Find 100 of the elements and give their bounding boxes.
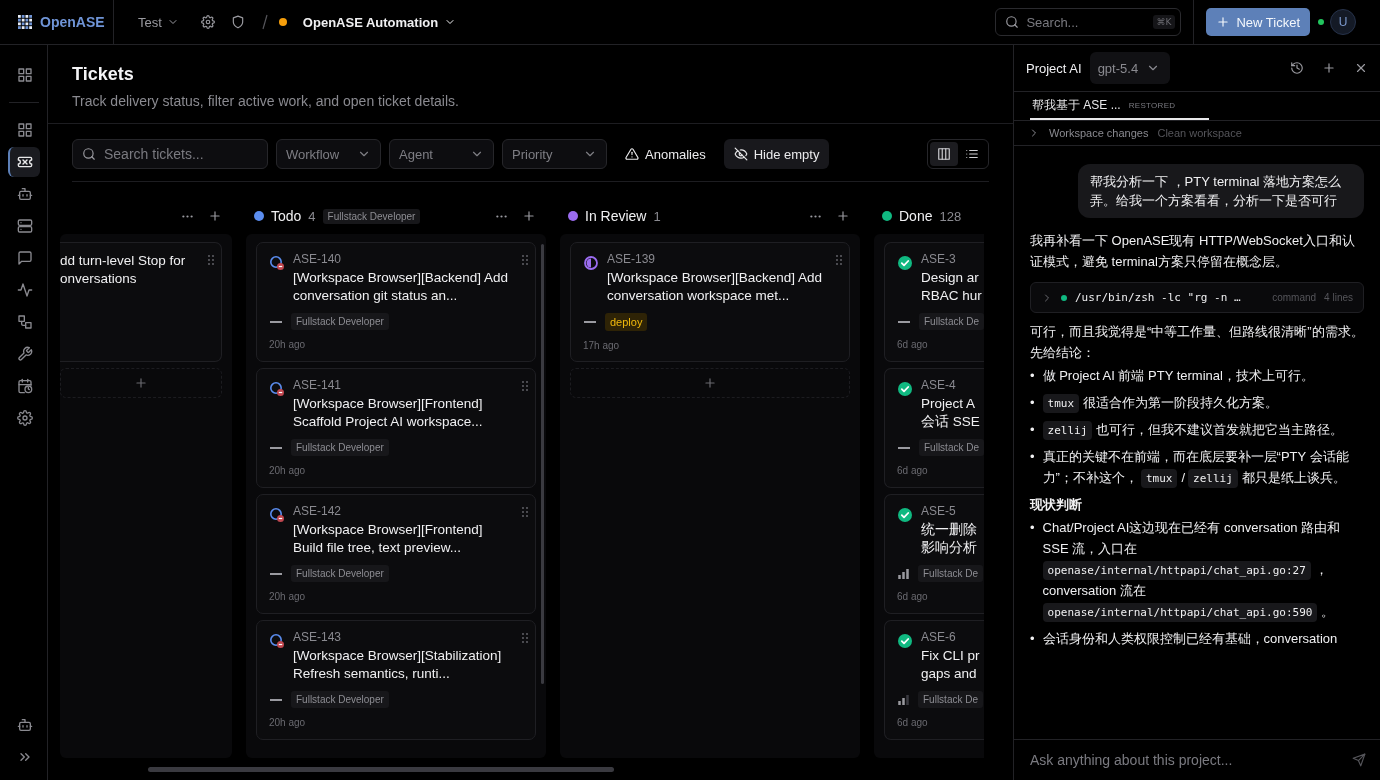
- ticket-title: [Workspace Browser][Backend] Add: [607, 269, 824, 287]
- ticket-title: Scaffold Project AI workspace...: [293, 413, 484, 431]
- robot-icon: [16, 717, 33, 733]
- drag-handle-icon[interactable]: [522, 255, 528, 265]
- org-switcher[interactable]: Test: [138, 14, 179, 30]
- more-icon[interactable]: [810, 214, 821, 218]
- columns-icon: [937, 147, 951, 161]
- ticket-icon: [16, 154, 33, 170]
- drag-handle-icon[interactable]: [836, 255, 842, 265]
- ticket-id: ASE-140: [293, 252, 343, 266]
- drag-handle-icon[interactable]: [522, 507, 528, 517]
- more-icon[interactable]: [496, 214, 507, 218]
- settings-icon[interactable]: [200, 15, 215, 29]
- ticket-tag: Fullstack Developer: [291, 439, 389, 456]
- ticket-title: Project A: [921, 395, 977, 413]
- add-icon[interactable]: [1322, 61, 1336, 75]
- check-status-icon: [897, 507, 913, 523]
- ticket-tag: deploy: [605, 313, 648, 331]
- ticket-card[interactable]: ASE-141 [Workspace Browser][Frontend] Scaffold Project AI workspace... Fullstack Developer 20h ago: [256, 368, 536, 488]
- ticket-time: 6d ago: [897, 591, 929, 602]
- drag-handle-icon[interactable]: [208, 255, 214, 265]
- ticket-card[interactable]: ASE-140 [Workspace Browser][Backend] Add conversation git status an... Fullstack Developer 20h ago: [256, 242, 536, 362]
- assistant-text: 会话身份和人类权限控制已经有基础，conversation: [1042, 630, 1339, 648]
- more-icon[interactable]: [182, 214, 193, 218]
- no-priority-icon: [270, 446, 282, 449]
- drag-handle-icon[interactable]: [522, 381, 528, 391]
- model-dropdown[interactable]: gpt-5.4: [1089, 52, 1171, 84]
- eye-off-icon: [733, 147, 748, 161]
- ticket-title: conversation git status an...: [293, 287, 459, 305]
- shortcut-hint: ⌘K: [1152, 15, 1176, 29]
- pulse-icon: [16, 282, 33, 298]
- ticket-tag: Fullstack Developer: [291, 565, 389, 582]
- ticket-card[interactable]: ASE-143 [Workspace Browser][Stabilization] Refresh semantics, runti... Fullstack Developer 20h ago: [256, 620, 536, 740]
- ticket-card[interactable]: ASE-3 Design ar RBAC hur Fullstack De 6d ago: [884, 242, 984, 362]
- ticket-title: 会话 SSE: [921, 413, 981, 431]
- drag-handle-icon[interactable]: [522, 633, 528, 643]
- message-input[interactable]: Ask anything about this project...: [1028, 751, 1344, 769]
- assistant-text: 可行，而且我觉得是“中等工作量、但路线很清晰”的需求。: [1030, 323, 1364, 341]
- send-icon[interactable]: [1352, 753, 1366, 767]
- filter-dropdown[interactable]: Workflow: [276, 139, 381, 169]
- ticket-tag: Fullstack De: [919, 439, 984, 456]
- ticket-card[interactable]: ASE-139 [Workspace Browser][Backend] Add conversation workspace met... deploy 17h ago: [570, 242, 850, 362]
- search-icon: [82, 147, 96, 161]
- priority-bars-icon: [898, 568, 909, 579]
- ticket-card[interactable]: ASE-6 Fix CLI pr gaps and Fullstack De 6d ago: [884, 620, 984, 740]
- add-icon[interactable]: [208, 209, 222, 223]
- sidebar-item[interactable]: [7, 147, 40, 177]
- assistant-text: 真正的关键不在前端，而在底层要补一层“PTY 会话能力”；不补这个， tmux / zellij 都只是纸上谈兵。: [1042, 446, 1364, 488]
- plus-icon: [703, 376, 717, 390]
- column-title: Todo: [271, 208, 302, 224]
- conversation-tab[interactable]: 帮我基于 ASE ... RESTORED: [1030, 92, 1210, 120]
- user-avatar[interactable]: U: [1330, 9, 1356, 35]
- ticket-time: 6d ago: [897, 465, 929, 476]
- ticket-card[interactable]: ASE-142 [Workspace Browser][Frontend] Build file tree, text preview... Fullstack Developer 20h ago: [256, 494, 536, 614]
- project-switcher[interactable]: OpenASE Automation: [302, 14, 457, 30]
- add-icon[interactable]: [836, 209, 850, 223]
- command-block[interactable]: /usr/bin/zsh -lc "rg -n … command 4 lines: [1030, 282, 1364, 313]
- ticket-title: [Workspace Browser][Frontend]: [293, 521, 484, 539]
- column-title: In Review: [585, 208, 647, 224]
- column-count: 128: [939, 208, 962, 224]
- search-field[interactable]: Search tickets...: [72, 139, 268, 169]
- bullet-marker: •: [1030, 519, 1035, 537]
- ticket-id: ASE-6: [921, 630, 957, 644]
- add-icon[interactable]: [522, 209, 536, 223]
- ticket-card[interactable]: dd turn-level Stop for onversations: [60, 242, 222, 362]
- list-icon: [965, 147, 979, 161]
- wrench-icon: [16, 346, 33, 362]
- filter-dropdown[interactable]: Priority: [502, 139, 607, 169]
- assistant-text: zellij 也可行，但我不建议首发就把它当主路径。: [1042, 419, 1364, 440]
- ticket-tag: Fullstack Developer: [291, 691, 389, 708]
- ticket-title: [Workspace Browser][Stabilization]: [293, 647, 503, 665]
- check-status-icon: [897, 255, 913, 271]
- workspace-status: Clean workspace: [1157, 127, 1242, 139]
- workflow-icon: [16, 314, 33, 330]
- history-icon[interactable]: [1290, 61, 1304, 75]
- ticket-card[interactable]: ASE-4 Project A 会话 SSE Fullstack De 6d ago: [884, 368, 984, 488]
- scrollbar[interactable]: [541, 244, 544, 684]
- board-view-button[interactable]: [930, 142, 958, 166]
- column-tag: Fullstack Developer: [322, 208, 421, 224]
- column-title: Done: [899, 208, 933, 224]
- ticket-id: ASE-143: [293, 630, 343, 644]
- anomalies-button[interactable]: Anomalies: [615, 139, 716, 169]
- todo-status-icon: [269, 255, 285, 271]
- brand-name[interactable]: OpenASE: [40, 14, 105, 30]
- tab-label: 帮我基于 ASE ...: [1032, 96, 1121, 114]
- close-icon[interactable]: [1354, 61, 1368, 75]
- new-ticket-button[interactable]: New Ticket: [1206, 8, 1310, 36]
- ticket-time: 20h ago: [269, 339, 307, 350]
- bullet-marker: •: [1030, 448, 1035, 466]
- ticket-card[interactable]: ASE-5 统一删除 影响分析 Fullstack De 6d ago: [884, 494, 984, 614]
- shield-icon[interactable]: [230, 15, 245, 29]
- hide-empty-button[interactable]: Hide empty: [723, 139, 830, 169]
- scrollbar[interactable]: [148, 766, 614, 772]
- page-subtitle: Track delivery status, filter active work, and open ticket details.: [72, 93, 460, 109]
- filter-dropdown[interactable]: Agent: [389, 139, 494, 169]
- no-priority-icon: [898, 320, 910, 323]
- workspace-changes-label[interactable]: Workspace changes: [1049, 127, 1149, 139]
- bullet-marker: •: [1030, 630, 1035, 648]
- bullet-marker: •: [1030, 394, 1035, 412]
- todo-status-icon: [269, 381, 285, 397]
